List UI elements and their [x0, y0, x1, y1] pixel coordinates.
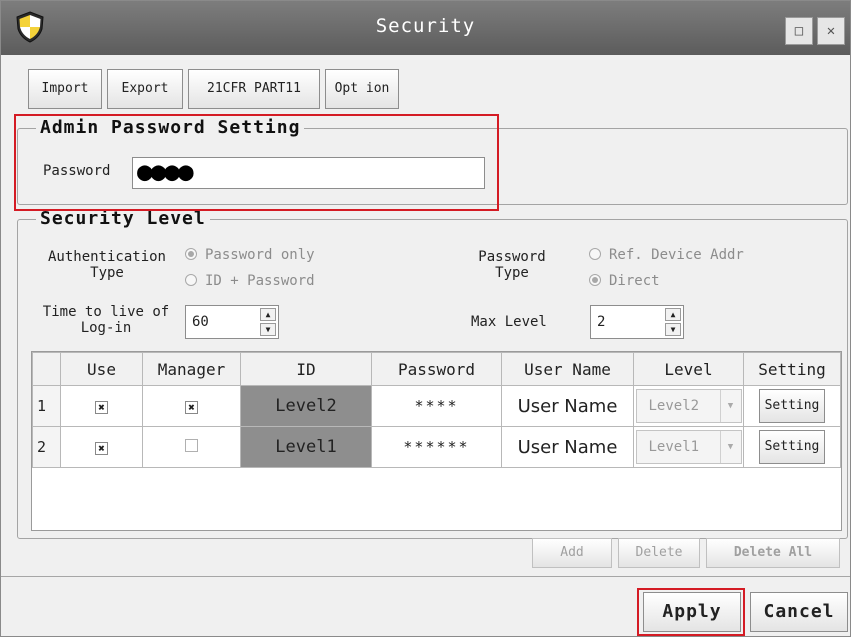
option-button[interactable]: Opt ion: [325, 69, 399, 109]
password-cell[interactable]: ****: [371, 385, 502, 427]
ttl-value: 60: [192, 314, 209, 330]
radio-password-only-label: Password only: [205, 247, 315, 263]
level-select-value: Level1: [648, 439, 700, 455]
id-cell[interactable]: Level1: [240, 426, 372, 468]
add-button[interactable]: Add: [532, 538, 612, 568]
row-number: 2: [32, 426, 61, 468]
radio-selected-icon: [589, 274, 601, 286]
cancel-button[interactable]: Cancel: [750, 592, 848, 632]
apply-highlight: [637, 588, 745, 636]
radio-password-only[interactable]: Password only: [185, 247, 315, 263]
table-row[interactable]: 1 ✖ ✖ Level2 **** User Name Level2 ▼ Sett…: [32, 385, 841, 427]
use-cell: ✖: [60, 385, 143, 427]
spin-up-icon[interactable]: ▲: [665, 308, 681, 321]
level-select[interactable]: Level2 ▼: [635, 389, 742, 423]
radio-ref-device-addr[interactable]: Ref. Device Addr: [589, 247, 744, 263]
footer-divider: [1, 576, 850, 577]
user-level-table: Use Manager ID Password User Name Level …: [31, 351, 842, 531]
radio-selected-icon: [185, 248, 197, 260]
radio-unselected-icon: [589, 248, 601, 260]
21cfr-part11-button[interactable]: 21CFR PART11: [188, 69, 320, 109]
chevron-down-icon[interactable]: ▼: [719, 390, 741, 422]
pw-type-label-line2: Type: [495, 265, 529, 281]
level-cell: Level2 ▼: [633, 385, 744, 427]
radio-ref-device-label: Ref. Device Addr: [609, 247, 744, 263]
security-window: Security □ ✕ Import Export 21CFR PART11 …: [0, 0, 851, 637]
row-number: 1: [32, 385, 61, 427]
close-icon: ✕: [826, 23, 836, 39]
close-button[interactable]: ✕: [817, 17, 845, 45]
time-to-live-label: Time to live of Log-in: [31, 304, 181, 336]
auth-label-line2: Type: [90, 265, 124, 281]
authentication-type-label: Authentication Type: [37, 249, 177, 281]
header-use: Use: [60, 352, 143, 386]
spinner-arrows[interactable]: ▲ ▼: [260, 308, 276, 336]
radio-unselected-icon: [185, 274, 197, 286]
chevron-down-icon[interactable]: ▼: [719, 431, 741, 463]
radio-direct[interactable]: Direct: [589, 273, 660, 289]
import-button[interactable]: Import: [28, 69, 102, 109]
spinner-arrows[interactable]: ▲ ▼: [665, 308, 681, 336]
table-row[interactable]: 2 ✖ Level1 ****** User Name Level1 ▼ Sett…: [32, 426, 841, 468]
max-level-label: Max Level: [471, 314, 547, 330]
delete-all-button[interactable]: Delete All: [706, 538, 840, 568]
header-level: Level: [633, 352, 744, 386]
ttl-label-line2: Log-in: [80, 320, 132, 336]
spin-down-icon[interactable]: ▼: [260, 323, 276, 336]
window-title: Security: [375, 15, 476, 37]
use-checkbox[interactable]: ✖: [95, 442, 108, 455]
id-cell[interactable]: Level2: [240, 385, 372, 427]
maximize-icon: □: [794, 23, 804, 39]
header-rownum: [32, 352, 61, 386]
user-name-cell[interactable]: User Name: [501, 426, 634, 468]
user-name-cell[interactable]: User Name: [501, 385, 634, 427]
ttl-label-line1: Time to live of: [42, 304, 170, 320]
spin-up-icon[interactable]: ▲: [260, 308, 276, 321]
setting-cell: Setting: [743, 426, 841, 468]
manager-cell: [142, 426, 241, 468]
header-manager: Manager: [142, 352, 241, 386]
maximize-button[interactable]: □: [785, 17, 813, 45]
radio-id-password-label: ID + Password: [205, 273, 315, 289]
header-id: ID: [240, 352, 372, 386]
export-button[interactable]: Export: [107, 69, 183, 109]
manager-cell: ✖: [142, 385, 241, 427]
time-to-live-spinner[interactable]: 60 ▲ ▼: [185, 305, 279, 339]
header-setting: Setting: [743, 352, 841, 386]
header-password: Password: [371, 352, 502, 386]
level-select[interactable]: Level1 ▼: [635, 430, 742, 464]
level-select-value: Level2: [648, 398, 700, 414]
setting-button[interactable]: Setting: [759, 430, 825, 464]
radio-id-password[interactable]: ID + Password: [185, 273, 315, 289]
manager-checkbox[interactable]: ✖: [185, 401, 198, 414]
max-level-spinner[interactable]: 2 ▲ ▼: [590, 305, 684, 339]
auth-label-line1: Authentication: [47, 249, 166, 265]
setting-button[interactable]: Setting: [759, 389, 825, 423]
header-user-name: User Name: [501, 352, 634, 386]
level-cell: Level1 ▼: [633, 426, 744, 468]
use-cell: ✖: [60, 426, 143, 468]
password-cell[interactable]: ******: [371, 426, 502, 468]
max-level-value: 2: [597, 314, 606, 330]
setting-cell: Setting: [743, 385, 841, 427]
delete-button[interactable]: Delete: [618, 538, 700, 568]
password-type-label: Password Type: [469, 249, 555, 281]
admin-password-highlight: [14, 114, 499, 211]
use-checkbox[interactable]: ✖: [95, 401, 108, 414]
table-header-row: Use Manager ID Password User Name Level …: [32, 352, 841, 386]
security-level-legend: Security Level: [36, 208, 210, 229]
manager-checkbox[interactable]: [185, 439, 198, 452]
spin-down-icon[interactable]: ▼: [665, 323, 681, 336]
title-bar[interactable]: Security □ ✕: [1, 1, 850, 55]
radio-direct-label: Direct: [609, 273, 660, 289]
pw-type-label-line1: Password: [478, 249, 546, 265]
